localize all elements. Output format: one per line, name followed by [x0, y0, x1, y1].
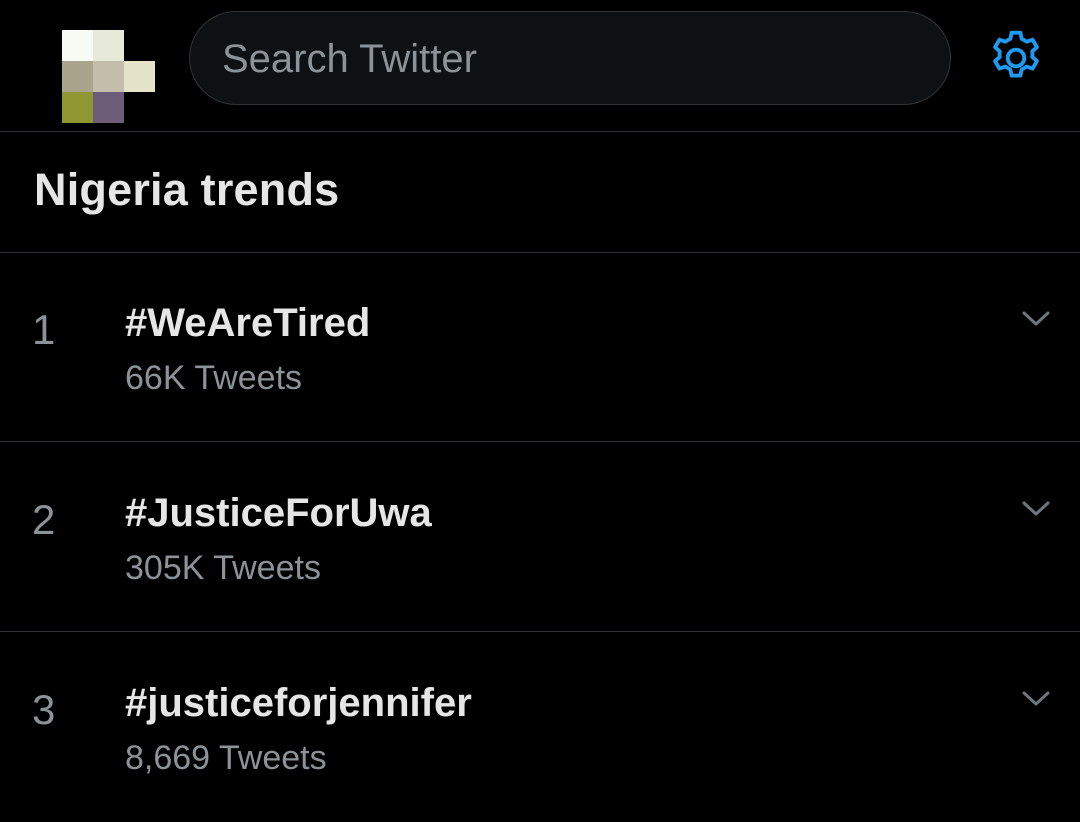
trend-item[interactable]: 1 #WeAreTired 66K Tweets	[0, 253, 1080, 442]
gear-icon[interactable]	[985, 27, 1047, 89]
avatar-pixel	[124, 61, 155, 92]
trend-tweet-count: 305K Tweets	[125, 549, 321, 587]
avatar-pixel	[62, 92, 93, 123]
avatar-pixel	[93, 92, 124, 123]
trend-name[interactable]: #WeAreTired	[125, 301, 370, 346]
trend-item[interactable]: 3 #justiceforjennifer 8,669 Tweets	[0, 633, 1080, 822]
top-bar: Search Twitter	[0, 0, 1080, 132]
divider	[0, 631, 1080, 632]
chevron-down-icon[interactable]	[1020, 497, 1052, 521]
search-placeholder: Search Twitter	[222, 37, 477, 81]
chevron-down-icon[interactable]	[1020, 687, 1052, 711]
trend-rank: 1	[32, 306, 56, 353]
avatar-pixel	[62, 30, 93, 61]
chevron-down-icon[interactable]	[1020, 307, 1052, 331]
trend-tweet-count: 66K Tweets	[125, 359, 303, 397]
avatar[interactable]	[62, 30, 156, 124]
avatar-pixel	[93, 30, 124, 61]
page-title: Nigeria trends	[34, 164, 340, 215]
divider	[0, 441, 1080, 442]
trend-rank: 3	[32, 686, 56, 733]
search-input[interactable]: Search Twitter	[189, 11, 951, 105]
trend-name[interactable]: #JusticeForUwa	[125, 491, 432, 536]
avatar-pixel	[93, 61, 124, 92]
avatar-pixel	[62, 61, 93, 92]
trend-tweet-count: 8,669 Tweets	[125, 739, 327, 777]
trend-name[interactable]: #justiceforjennifer	[125, 681, 472, 726]
trend-item[interactable]: 2 #JusticeForUwa 305K Tweets	[0, 443, 1080, 632]
trend-rank: 2	[32, 496, 56, 543]
